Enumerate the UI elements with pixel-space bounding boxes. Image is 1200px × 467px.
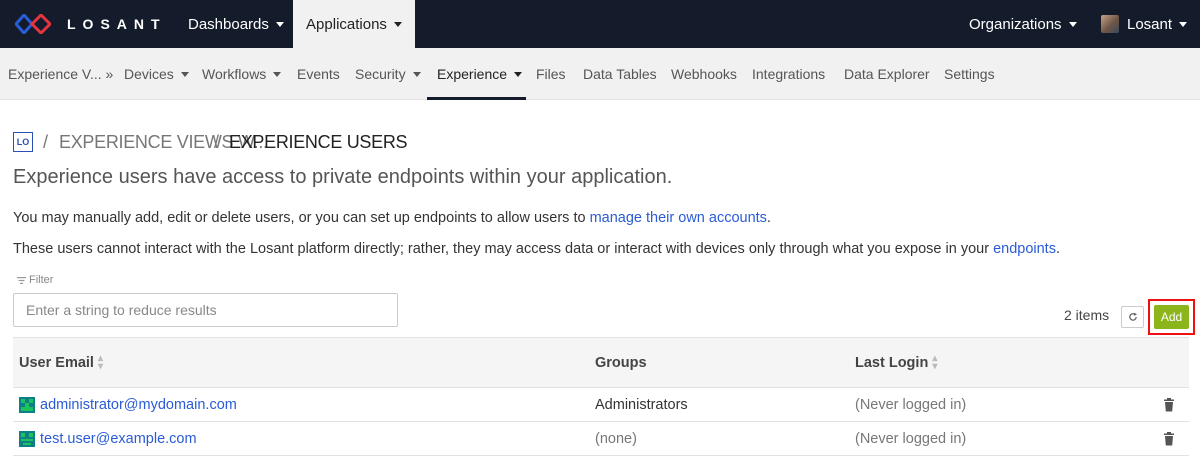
- subnav-files[interactable]: Files: [536, 48, 566, 100]
- sort-icon: ▴ ▾: [932, 352, 938, 372]
- nav-organizations[interactable]: Organizations: [969, 0, 1077, 48]
- subnav-webhooks[interactable]: Webhooks: [671, 48, 737, 100]
- user-avatar-icon: [19, 397, 35, 413]
- caret-down-icon: [1179, 21, 1188, 27]
- table-header: User Email ▴ ▾ Groups Last Login ▴ ▾: [13, 337, 1189, 388]
- column-header-label: Groups: [595, 354, 647, 371]
- user-groups-cell: (none): [595, 431, 637, 447]
- app-badge[interactable]: LO: [13, 132, 33, 152]
- column-header-label: Last Login: [855, 354, 929, 371]
- caret-down-icon: [273, 71, 282, 77]
- description-paragraph-2: These users cannot interact with the Los…: [13, 241, 1060, 257]
- subnav-label: Security: [355, 66, 406, 82]
- subnav-experience[interactable]: Experience: [437, 48, 523, 100]
- refresh-button[interactable]: [1121, 306, 1144, 328]
- subnav-label: Experience V... »: [8, 66, 114, 82]
- subnav-security[interactable]: Security: [355, 48, 421, 100]
- column-header-email[interactable]: User Email ▴ ▾: [19, 338, 103, 387]
- nav-dashboards[interactable]: Dashboards: [188, 0, 284, 48]
- avatar: [1101, 15, 1119, 33]
- table-row: administrator@mydomain.com Administrator…: [13, 388, 1189, 422]
- subnav-devices[interactable]: Devices: [124, 48, 189, 100]
- subnav-settings[interactable]: Settings: [944, 48, 995, 100]
- caret-down-icon: [275, 21, 284, 27]
- caret-down-icon: [412, 71, 421, 77]
- description-period: .: [766, 210, 771, 226]
- description-text: These users cannot interact with the Los…: [13, 241, 994, 257]
- losant-logo[interactable]: LOSANT: [15, 13, 167, 35]
- caret-down-icon: [514, 71, 523, 77]
- nav-dashboards-label: Dashboards: [188, 15, 269, 33]
- subnav-workflows[interactable]: Workflows: [202, 48, 282, 100]
- user-name: Losant: [1127, 15, 1173, 33]
- user-menu[interactable]: Losant: [1101, 0, 1188, 48]
- trash-icon[interactable]: [1163, 432, 1175, 446]
- nav-organizations-label: Organizations: [969, 15, 1062, 33]
- subnav-label: Data Tables: [583, 66, 657, 82]
- trash-icon[interactable]: [1163, 398, 1175, 412]
- table-row: test.user@example.com (none) (Never logg…: [13, 422, 1189, 456]
- subnav-data-explorer[interactable]: Data Explorer: [844, 48, 930, 100]
- subnav-label: Workflows: [202, 66, 267, 82]
- app-subnav: Experience V... » Devices Workflows Even…: [0, 48, 1200, 100]
- subnav-label: Devices: [124, 66, 174, 82]
- user-email-link[interactable]: test.user@example.com: [40, 431, 197, 447]
- endpoints-link[interactable]: endpoints: [993, 241, 1056, 257]
- filter-label: Filter: [17, 274, 53, 286]
- subnav-label: Files: [536, 66, 566, 82]
- user-email-link[interactable]: administrator@mydomain.com: [40, 397, 237, 413]
- breadcrumb-separator: /: [214, 131, 219, 152]
- user-avatar-icon: [19, 431, 35, 447]
- subnav-label: Settings: [944, 66, 995, 82]
- user-last-login-cell: (Never logged in): [855, 431, 967, 447]
- active-tab-indicator: [427, 97, 526, 100]
- refresh-icon: [1128, 312, 1137, 321]
- add-user-button[interactable]: Add: [1154, 305, 1189, 329]
- caret-down-icon: [393, 21, 402, 27]
- items-count: 2 items: [1064, 307, 1110, 323]
- subnav-events[interactable]: Events: [297, 48, 340, 100]
- subnav-integrations[interactable]: Integrations: [752, 48, 825, 100]
- user-email-cell: administrator@mydomain.com: [19, 388, 237, 422]
- page-subtitle: Experience users have access to private …: [13, 166, 673, 188]
- filter-label-text: Filter: [29, 274, 54, 286]
- subnav-label: Data Explorer: [844, 66, 930, 82]
- manage-accounts-link[interactable]: manage their own accounts: [590, 210, 767, 226]
- breadcrumb-separator: /: [43, 131, 48, 152]
- subnav-data-tables[interactable]: Data Tables: [583, 48, 657, 100]
- description-text: You may manually add, edit or delete use…: [13, 210, 590, 226]
- subnav-experience-views[interactable]: Experience V... »: [8, 48, 113, 100]
- subnav-label: Experience: [437, 66, 508, 82]
- logo-text: LOSANT: [67, 16, 167, 32]
- nav-applications-label: Applications: [306, 15, 387, 33]
- sort-icon: ▴ ▾: [97, 352, 103, 372]
- description-period: .: [1055, 241, 1060, 257]
- subnav-label: Webhooks: [671, 66, 737, 82]
- user-groups-cell: Administrators: [595, 397, 688, 413]
- user-email-cell: test.user@example.com: [19, 422, 197, 456]
- column-header-last-login[interactable]: Last Login ▴ ▾: [855, 338, 937, 387]
- subnav-label: Integrations: [752, 66, 826, 82]
- user-last-login-cell: (Never logged in): [855, 397, 967, 413]
- page-title: EXPERIENCE USERS: [229, 131, 408, 152]
- filter-icon: [17, 276, 26, 284]
- description-paragraph-1: You may manually add, edit or delete use…: [13, 210, 771, 226]
- subnav-label: Events: [297, 66, 340, 82]
- column-header-groups: Groups: [595, 338, 647, 387]
- filter-input[interactable]: [13, 293, 398, 327]
- caret-down-icon: [1068, 21, 1077, 27]
- nav-applications[interactable]: Applications: [293, 0, 415, 48]
- column-header-label: User Email: [19, 354, 94, 371]
- top-navbar: LOSANT Dashboards Applications Organizat…: [0, 0, 1200, 48]
- losant-logo-icon: [15, 14, 51, 34]
- caret-down-icon: [180, 71, 189, 77]
